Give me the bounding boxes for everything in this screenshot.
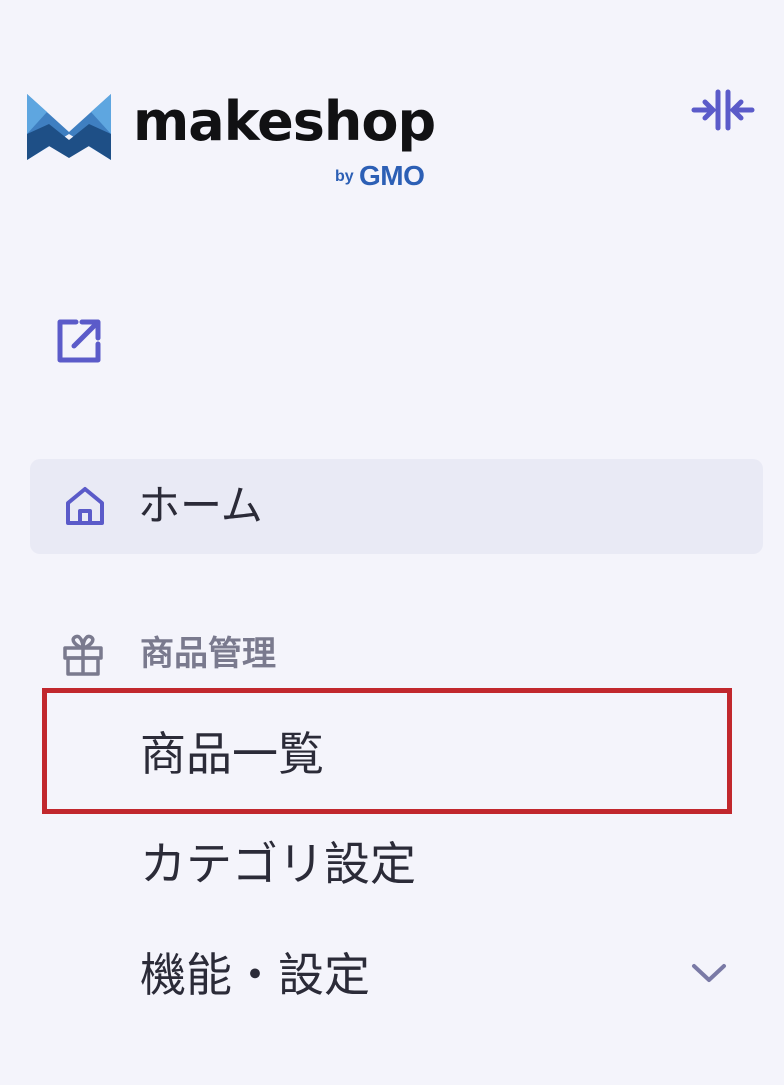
nav-item-home-label: ホーム <box>138 481 263 530</box>
logo-by-text: by <box>335 168 354 185</box>
collapse-sidebar-icon <box>691 89 755 131</box>
nav-item-product-list[interactable]: 商品一覧 <box>42 703 762 803</box>
nav-item-category-settings-label: カテゴリ設定 <box>140 837 416 891</box>
chevron-down-icon <box>692 964 726 982</box>
nav-section-products: 商品管理 <box>30 620 763 690</box>
external-link-icon <box>57 319 101 363</box>
makeshop-logo-mark-icon <box>27 94 111 160</box>
collapse-sidebar-button[interactable] <box>690 86 758 134</box>
gift-icon <box>63 634 103 676</box>
nav-item-product-list-label: 商品一覧 <box>140 727 324 781</box>
nav-item-features-settings-label: 機能・設定 <box>140 948 370 1002</box>
open-shop-button[interactable] <box>52 314 106 368</box>
home-icon <box>66 487 104 525</box>
logo-wordmark: makeshop <box>133 90 436 153</box>
nav-item-features-settings[interactable]: 機能・設定 <box>42 924 762 1024</box>
nav-item-category-settings[interactable]: カテゴリ設定 <box>42 813 762 913</box>
nav-section-label: 商品管理 <box>140 634 276 674</box>
makeshop-logo[interactable]: makeshop by GMO <box>27 90 477 194</box>
logo-gmo-text: GMO <box>359 160 425 191</box>
nav-item-home[interactable]: ホーム <box>30 459 763 554</box>
